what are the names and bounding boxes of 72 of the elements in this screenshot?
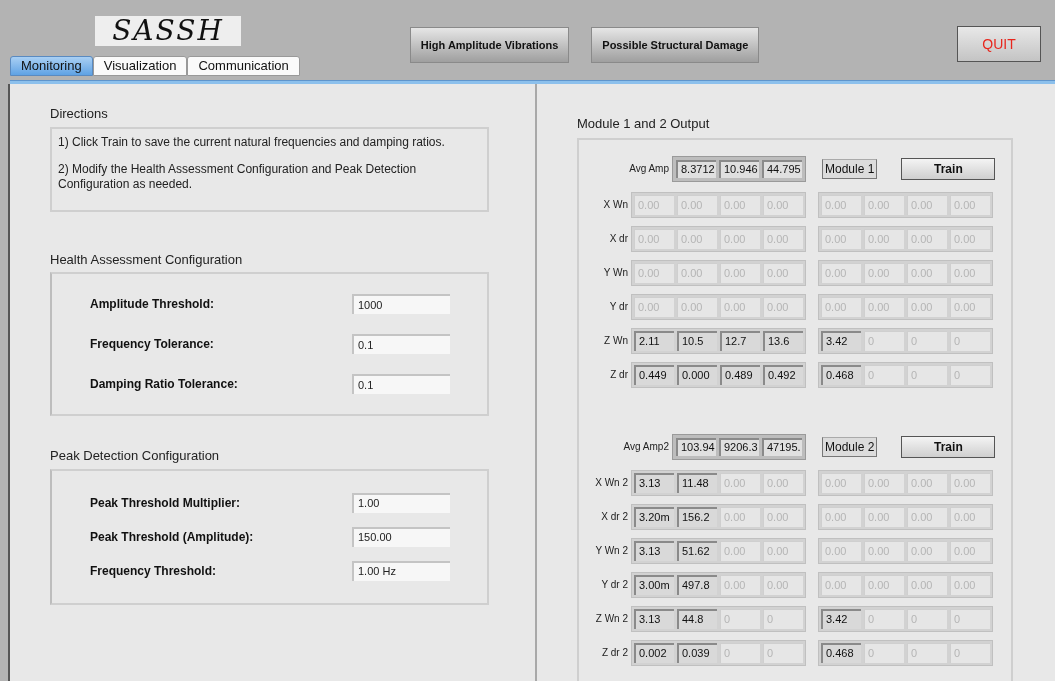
value-cell: 3.42 [821,330,861,351]
value-cell: 0.039 [677,642,717,663]
value-cell: 3.13 [634,540,674,561]
instruction-text: 1) Click Train to save the current natural frequencies and damping ratios. [58,134,446,150]
tab[interactable]: Visualization [92,56,188,76]
row-label: Avg Amp2 [623,440,669,454]
input-field[interactable]: 1.00 [352,492,450,513]
value-cell: 0.002 [634,642,674,663]
train-button[interactable]: Train [901,157,996,180]
row-label: Y Wn 2 [595,544,628,558]
module-label: Module 1 [822,158,878,179]
section-title: Peak Detection Configuration [50,447,221,465]
field-label: Peak Threshold Multiplier: [90,494,242,512]
value-cell: 156.2 [677,506,717,527]
row-label: X Wn 2 [595,476,628,490]
value-cell: 12.7 [720,330,760,351]
value-cell: 10.946 [719,159,759,178]
input-field[interactable]: 1000 [352,294,450,314]
value-cell: 0.000 [677,364,717,385]
value-cell: 44.795 [762,159,802,178]
value-cell: 3.13 [634,472,674,493]
value-cell: 13.6 [763,330,803,351]
value-cell: 2.11 [634,330,674,351]
module-label: Module 2 [822,436,878,457]
train-button[interactable]: Train [901,435,996,458]
section-title: Health Assessment Configuration [50,250,244,269]
value-cell: 103.94 [676,437,716,456]
field-label: Damping Ratio Tolerance: [90,376,239,393]
value-cell: 11.48 [677,472,717,493]
row-label: Y Wn [603,266,628,280]
value-cell: 3.00m [634,574,674,595]
status-indicator: Possible Structural Damage [591,27,760,63]
status-indicator: High Amplitude Vibrations [409,27,570,63]
row-label: X dr [609,232,628,246]
row-label: Y dr 2 [601,578,628,592]
input-field[interactable]: 150.00 [352,526,450,547]
input-field[interactable]: 0.1 [352,374,450,394]
value-cell: 10.5 [677,330,717,351]
tab[interactable]: Monitoring [10,56,93,76]
value-cell: 0.468 [821,642,861,663]
value-cell: 3.13 [634,608,674,629]
value-cell: 497.8 [677,574,717,595]
logo: SASSH [95,16,241,46]
row-label: Avg Amp [629,162,669,176]
field-label: Peak Threshold (Amplitude): [90,528,255,546]
section-title: Directions [50,105,109,123]
row-label: Z dr [610,368,628,382]
row-label: X dr 2 [601,510,628,524]
input-field[interactable]: 0.1 [352,334,450,354]
tab[interactable]: Communication [187,56,300,76]
section-title: Module 1 and 2 Output [577,115,711,133]
field-label: Frequency Tolerance: [90,336,215,353]
row-label: Y dr [609,300,628,314]
value-cell: 9206.3 [719,437,759,456]
value-cell: 0.492 [763,364,803,385]
instruction-text: 2) Modify the Health Assessment Configuration and Peak Detection Configuration as needed. [58,161,418,192]
value-cell: 44.8 [677,608,717,629]
value-cell: 0.489 [720,364,760,385]
value-cell: 3.20m [634,506,674,527]
field-label: Amplitude Threshold: [90,296,215,313]
value-cell: 8.3712 [676,159,716,178]
value-cell: 3.42 [821,608,861,629]
row-label: Z dr 2 [601,646,628,660]
input-field[interactable]: 1.00 Hz [352,560,450,581]
value-cell: 0.449 [634,364,674,385]
row-label: Z Wn [604,334,628,348]
value-cell: 0.468 [821,364,861,385]
row-label: Z Wn 2 [595,612,628,626]
field-label: Frequency Threshold: [90,562,218,580]
value-cell: 47195. [762,437,802,456]
row-label: X Wn [603,198,628,212]
value-cell: 51.62 [677,540,717,561]
